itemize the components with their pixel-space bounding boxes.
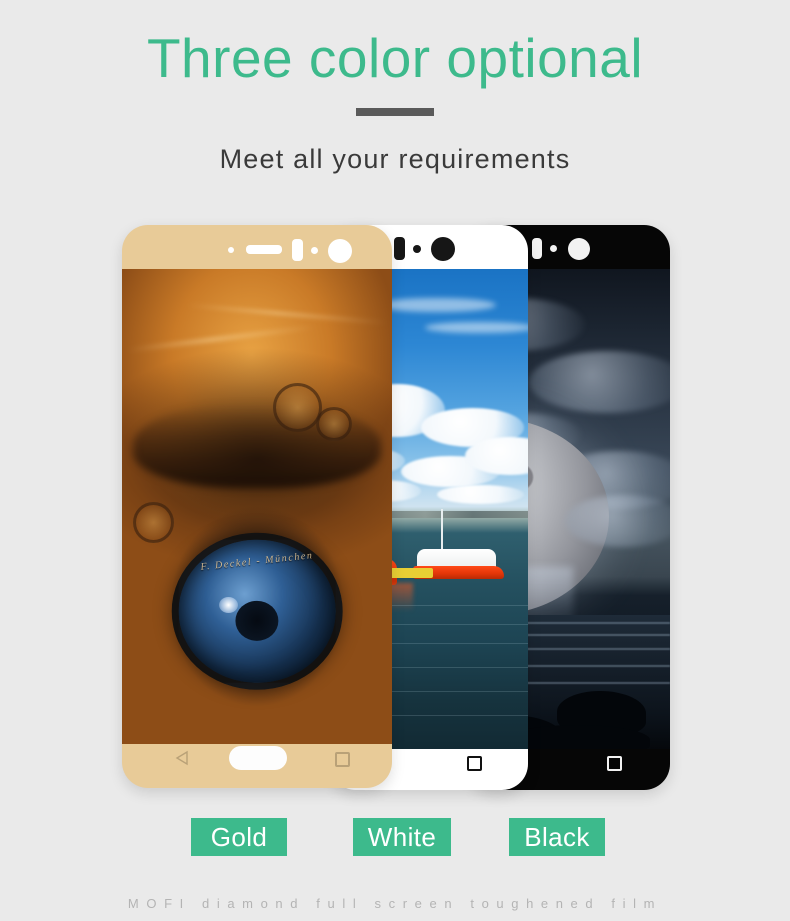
phone-gold-screen: F. Deckel - München xyxy=(122,269,392,744)
proximity-sensor-icon xyxy=(394,237,405,260)
secondary-sensor-icon xyxy=(311,247,318,254)
proximity-sensor-icon xyxy=(292,239,303,261)
color-options: Gold White Black xyxy=(0,818,790,860)
recents-button[interactable] xyxy=(467,756,482,771)
phone-gold[interactable]: F. Deckel - München xyxy=(122,225,392,788)
earpiece-speaker-icon xyxy=(246,245,282,254)
front-camera-icon xyxy=(431,237,455,261)
light-sensor-icon xyxy=(228,247,234,253)
product-banner: Three color optional Meet all your requi… xyxy=(0,0,790,921)
front-camera-icon xyxy=(328,239,352,263)
phone-gold-top-bezel xyxy=(122,225,392,269)
front-camera-icon xyxy=(568,238,590,260)
footer-tagline: MOFI diamond full screen toughened film xyxy=(127,896,663,911)
color-badge-black[interactable]: Black xyxy=(509,818,605,856)
pontoon-yellow xyxy=(389,567,433,579)
phone-showcase: F. Deckel - München xyxy=(0,0,790,921)
back-button[interactable] xyxy=(175,750,191,766)
light-sensor-icon xyxy=(550,245,557,252)
proximity-sensor-icon xyxy=(532,238,542,259)
wallpaper-steampunk-eye: F. Deckel - München xyxy=(122,269,392,744)
recents-button[interactable] xyxy=(335,752,350,767)
color-badge-gold[interactable]: Gold xyxy=(191,818,287,856)
recents-button[interactable] xyxy=(607,756,622,771)
color-badge-white[interactable]: White xyxy=(353,818,451,856)
light-sensor-icon xyxy=(413,245,421,253)
home-button[interactable] xyxy=(229,746,287,770)
